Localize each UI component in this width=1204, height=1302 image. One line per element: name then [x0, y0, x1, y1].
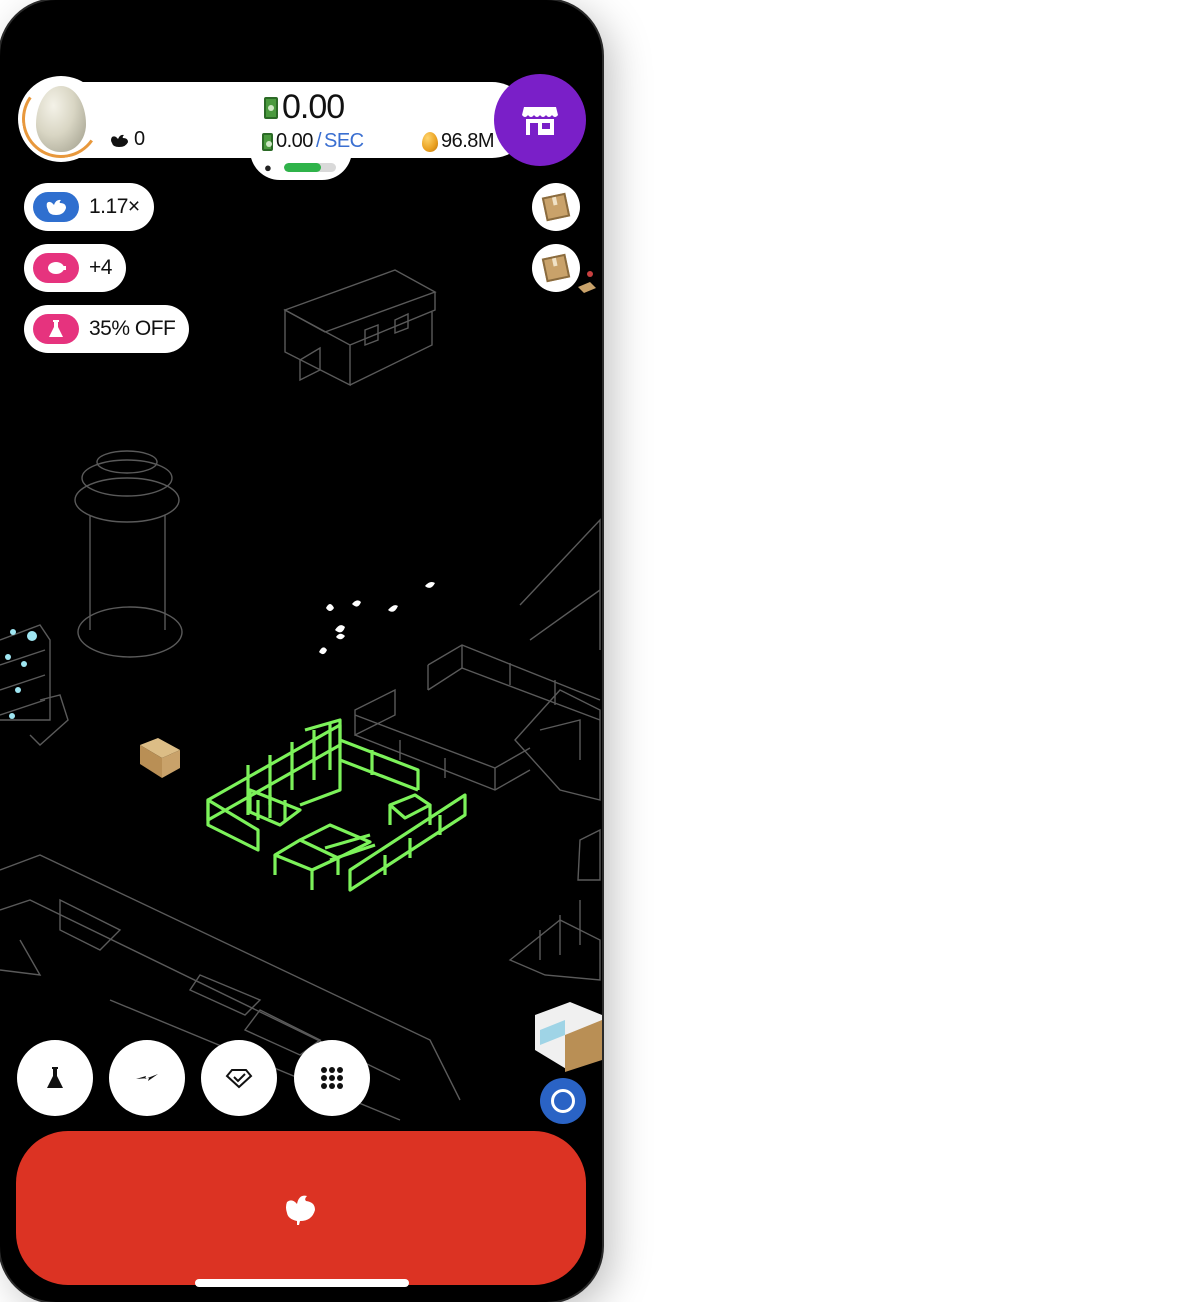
- egg-button[interactable]: [15, 73, 107, 165]
- artifacts-button[interactable]: [201, 1040, 277, 1116]
- piggy-bank-icon: [48, 262, 66, 274]
- drone-crate-button[interactable]: [532, 244, 580, 292]
- menu-button[interactable]: [294, 1040, 370, 1116]
- chicken-multiplier-value: 1.17×: [89, 195, 140, 218]
- money-balance: 0.00: [264, 88, 345, 127]
- piggy-badge: [33, 253, 79, 283]
- grid-icon: [321, 1067, 343, 1089]
- egg-total-value: 96.8M: [441, 130, 495, 152]
- chicken-count-value: 0: [134, 128, 146, 150]
- research-discount-pill[interactable]: 35% OFF: [24, 305, 190, 353]
- flask-icon: [47, 1067, 63, 1088]
- boosts-button[interactable]: [109, 1040, 185, 1116]
- lightning-icon: [136, 1074, 158, 1081]
- gift-crate-button[interactable]: [532, 183, 580, 231]
- hab-progress-bar: [284, 163, 336, 172]
- shop-button[interactable]: [494, 74, 586, 166]
- egg-total: 96.8M: [422, 130, 495, 153]
- chicken-count: 0: [110, 128, 145, 151]
- crate-icon: [541, 192, 571, 222]
- flask-icon: [49, 320, 63, 337]
- gem-icon: [225, 1069, 253, 1089]
- chicken-head-icon: ●: [264, 160, 272, 175]
- camera-toggle-button[interactable]: [540, 1078, 586, 1124]
- money-balance-value: 0.00: [282, 88, 345, 126]
- shop-icon: [522, 107, 558, 135]
- cash-icon: [264, 96, 278, 119]
- chicken-icon: [46, 199, 66, 215]
- circle-icon: [551, 1089, 575, 1113]
- hatch-chicken-button[interactable]: [16, 1131, 586, 1285]
- home-indicator[interactable]: [195, 1279, 409, 1287]
- chicken-icon: [286, 1195, 315, 1225]
- hab-progress-fill: [284, 163, 322, 172]
- crate-icon: [541, 253, 571, 283]
- chicken-boost-badge: [33, 192, 79, 222]
- money-rate-separator: /: [315, 130, 322, 152]
- money-rate: 0.00/SEC: [262, 130, 364, 153]
- piggy-bonus-value: +4: [89, 256, 112, 279]
- research-badge: [33, 314, 79, 344]
- chicken-icon: [111, 134, 128, 147]
- research-discount-value: 35% OFF: [89, 317, 176, 340]
- money-rate-value: 0.00: [276, 130, 313, 152]
- chicken-multiplier-pill[interactable]: 1.17×: [24, 183, 154, 231]
- money-rate-unit: SEC: [324, 130, 364, 152]
- golden-egg-icon: [422, 131, 438, 152]
- piggy-bank-pill[interactable]: +4: [24, 244, 126, 292]
- phone-screen: ● 0 0.00 0.00/SEC 96.8M 1.17× +4 35% OFF: [0, 0, 602, 1302]
- cash-icon: [262, 132, 273, 151]
- research-button[interactable]: [17, 1040, 93, 1116]
